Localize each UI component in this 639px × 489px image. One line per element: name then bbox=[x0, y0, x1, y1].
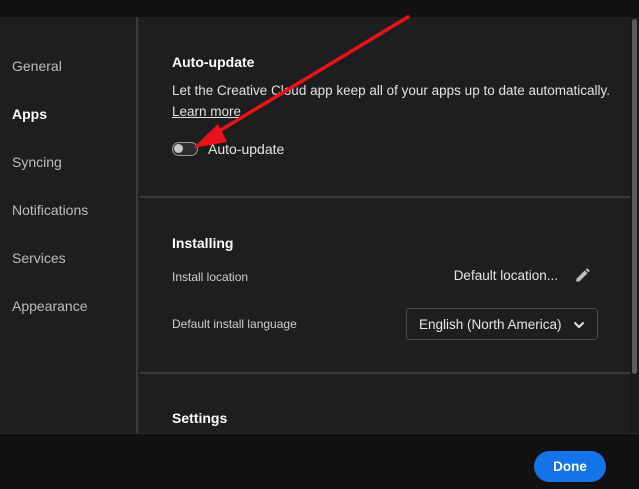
auto-update-toggle-label: Auto-update bbox=[208, 141, 285, 157]
learn-more-link[interactable]: Learn more bbox=[172, 104, 241, 119]
panel-scrollbar[interactable] bbox=[630, 17, 639, 433]
pencil-icon[interactable] bbox=[573, 267, 591, 285]
install-location-value[interactable]: Default location... bbox=[454, 268, 558, 283]
chevron-down-icon bbox=[573, 319, 585, 331]
auto-update-heading: Auto-update bbox=[172, 54, 255, 70]
sidebar-item-notifications[interactable]: Notifications bbox=[12, 202, 88, 218]
auto-update-description: Let the Creative Cloud app keep all of y… bbox=[172, 83, 611, 98]
preferences-sidebar: General Apps Syncing Notifications Servi… bbox=[0, 17, 138, 433]
settings-heading: Settings bbox=[172, 410, 228, 426]
sidebar-item-apps[interactable]: Apps bbox=[12, 106, 47, 122]
sidebar-item-appearance[interactable]: Appearance bbox=[12, 298, 88, 314]
sidebar-item-syncing[interactable]: Syncing bbox=[12, 154, 62, 170]
scrollbar-thumb[interactable] bbox=[632, 19, 637, 374]
auto-update-toggle-row: Auto-update bbox=[172, 141, 284, 157]
dialog-footer: Done bbox=[0, 433, 639, 489]
install-language-select[interactable]: English (North America) bbox=[406, 308, 598, 340]
auto-update-toggle[interactable] bbox=[172, 142, 198, 156]
apps-settings-panel: Auto-update Let the Creative Cloud app k… bbox=[140, 17, 630, 433]
section-divider bbox=[140, 196, 630, 198]
sidebar-item-general[interactable]: General bbox=[12, 58, 62, 74]
sidebar-item-services[interactable]: Services bbox=[12, 250, 66, 266]
done-button[interactable]: Done bbox=[534, 451, 606, 482]
install-language-label: Default install language bbox=[172, 317, 297, 331]
toggle-knob bbox=[174, 144, 183, 153]
section-divider bbox=[140, 372, 630, 374]
window-top-bar bbox=[0, 0, 639, 17]
install-location-label: Install location bbox=[172, 270, 249, 284]
install-language-value: English (North America) bbox=[419, 316, 562, 332]
installing-heading: Installing bbox=[172, 235, 234, 251]
